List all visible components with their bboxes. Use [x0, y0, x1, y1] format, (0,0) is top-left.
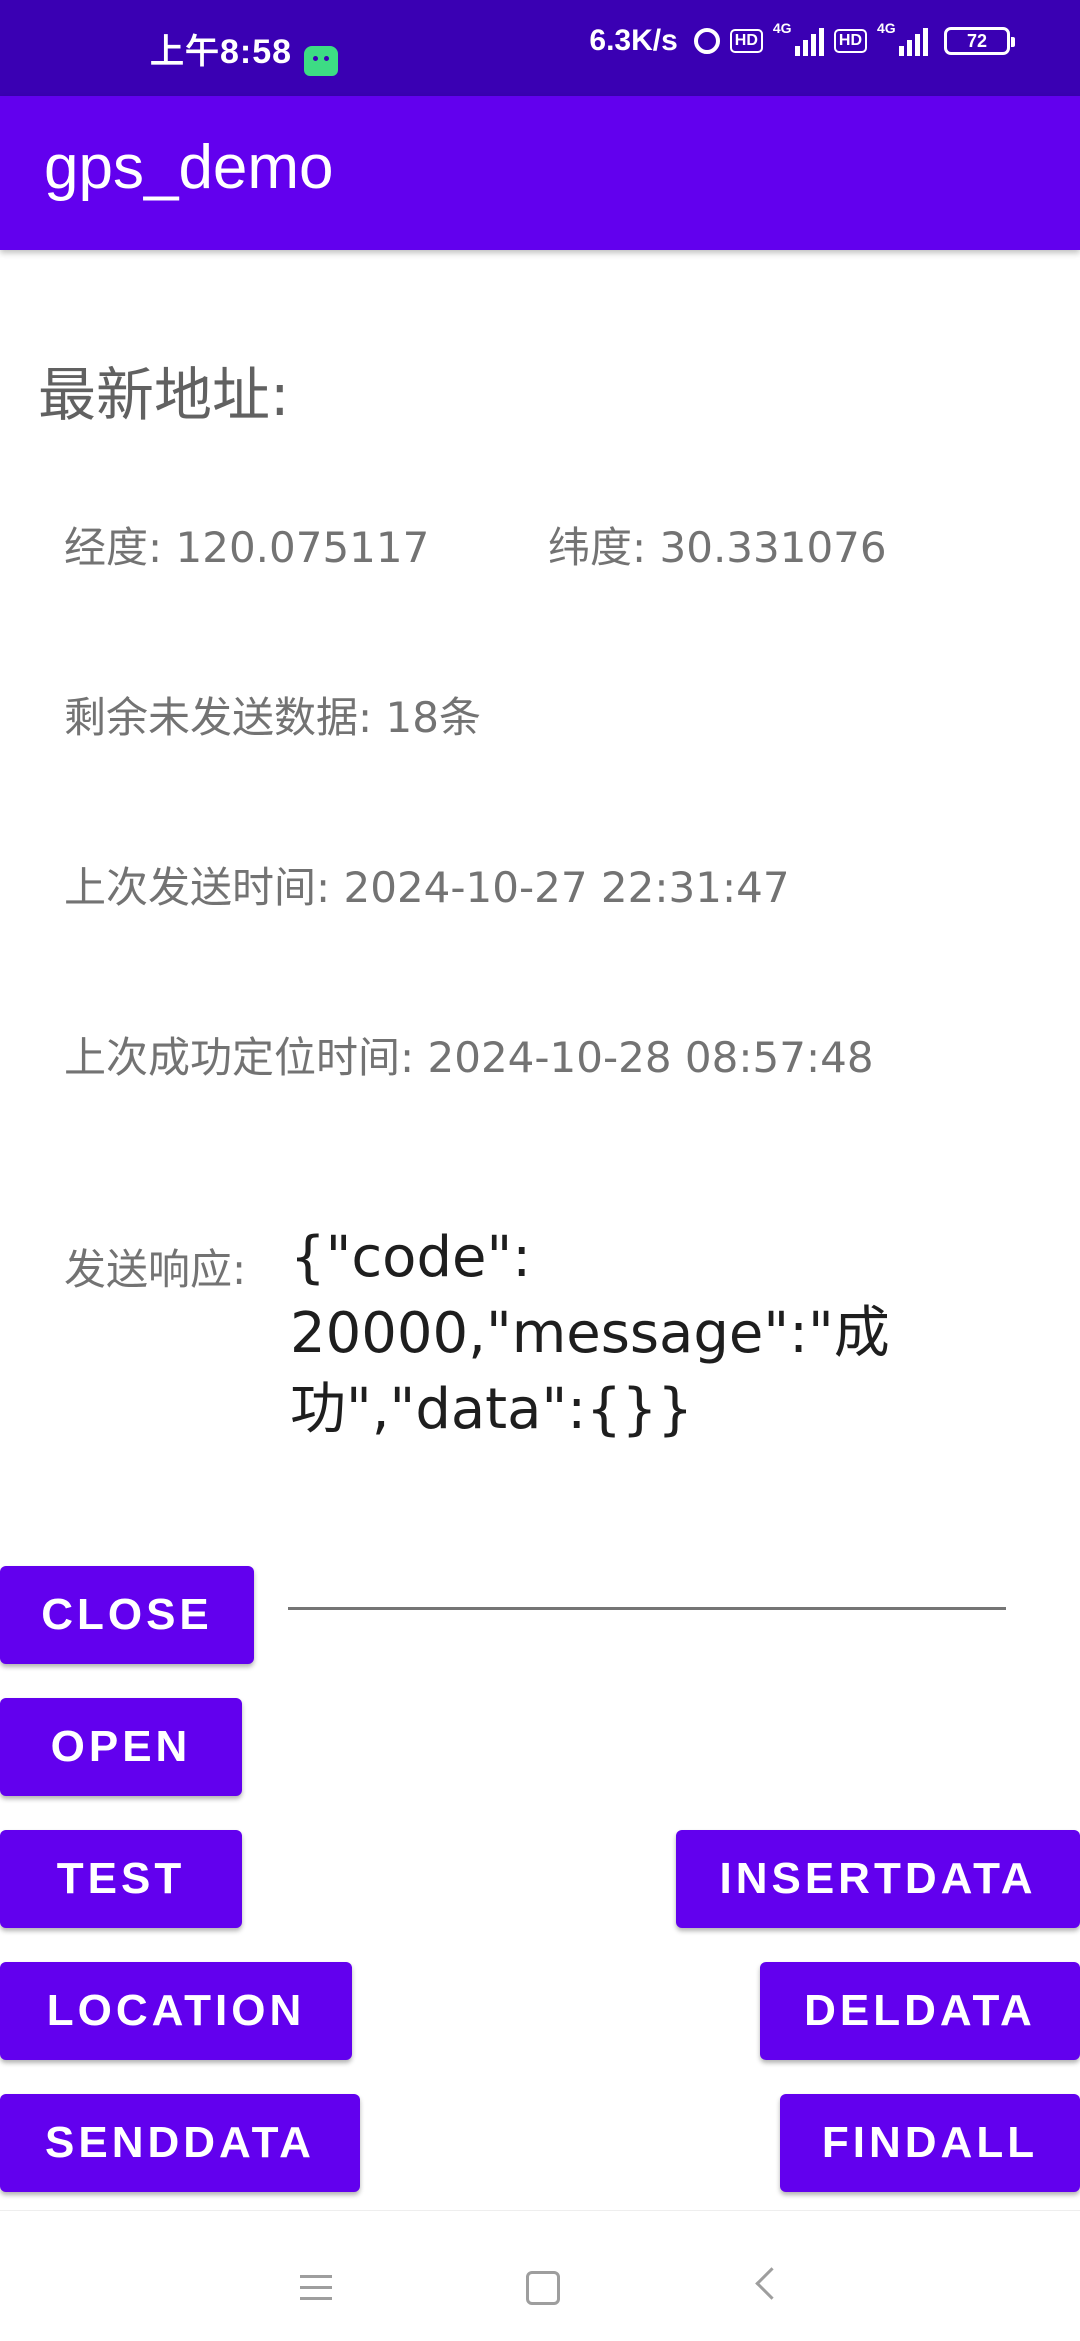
network-type-label: 4G — [877, 20, 896, 36]
close-button[interactable]: CLOSE — [0, 1566, 254, 1664]
deldata-button[interactable]: DELDATA — [760, 1962, 1080, 2060]
location-button[interactable]: LOCATION — [0, 1962, 352, 2060]
network-type-label: 4G — [772, 20, 792, 36]
app-title: gps_demo — [44, 133, 334, 202]
status-icons: 6.3K/s HD 4G HD 4G 72 — [589, 20, 1015, 58]
insertdata-button[interactable]: INSERTDATA — [676, 1830, 1080, 1928]
menu-icon[interactable] — [300, 2275, 332, 2308]
last-send-time-text: 上次发送时间: 2024-10-27 22:31:47 — [64, 863, 790, 912]
back-icon[interactable] — [755, 2267, 788, 2300]
status-time: 上午8:58 — [150, 33, 293, 71]
remaining-data-text: 剩余未发送数据: 18条 — [64, 693, 481, 742]
battery-icon: 72 — [944, 27, 1015, 55]
text-input[interactable] — [288, 1607, 1006, 1610]
hd-icon: HD — [729, 29, 763, 53]
senddata-button[interactable]: SENDDATA — [0, 2094, 360, 2192]
network-speed: 6.3K/s — [589, 24, 678, 57]
response-value: {"code": 20000,"message":"成功","data":{}} — [290, 1225, 890, 1442]
latitude-text: 纬度: 30.331076 — [548, 523, 887, 572]
findall-button[interactable]: FINDALL — [780, 2094, 1080, 2192]
response-label: 发送响应: — [64, 1245, 247, 1294]
longitude-text: 经度: 120.075117 — [64, 523, 430, 572]
alarm-icon — [693, 28, 720, 54]
signal-icon: 4G — [773, 20, 824, 56]
test-button[interactable]: TEST — [0, 1830, 242, 1928]
section-title: 最新地址: — [38, 361, 290, 429]
last-location-time-text: 上次成功定位时间: 2024-10-28 08:57:48 — [64, 1033, 874, 1082]
navigation-bar — [0, 2210, 1080, 2341]
open-button[interactable]: OPEN — [0, 1698, 242, 1796]
status-bar: 上午8:58 6.3K/s HD 4G HD 4G 72 — [0, 0, 1080, 96]
home-icon[interactable] — [526, 2271, 560, 2305]
app-bar: gps_demo — [0, 96, 1080, 250]
android-icon — [304, 46, 338, 76]
signal-icon: 4G — [877, 20, 928, 56]
hd-icon: HD — [833, 29, 867, 53]
